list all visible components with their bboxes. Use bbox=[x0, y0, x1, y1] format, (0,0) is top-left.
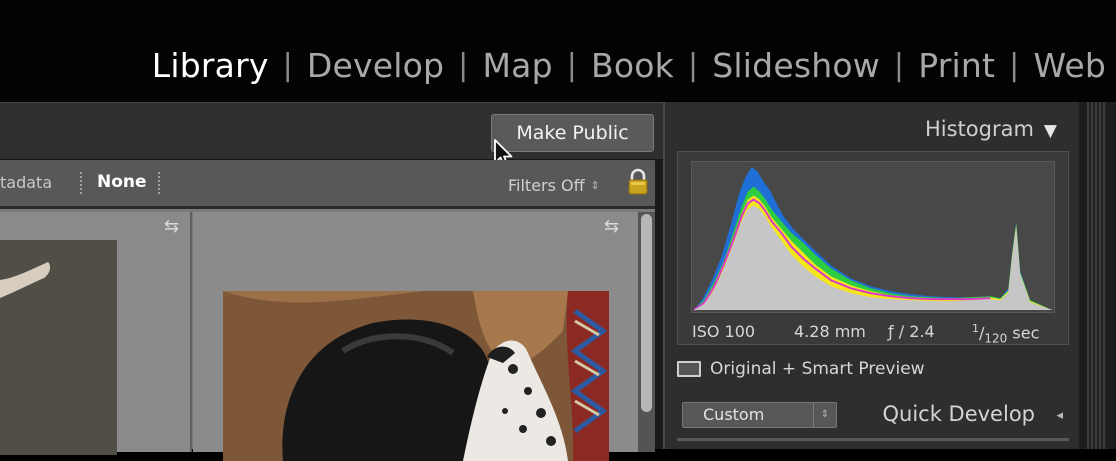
filter-metadata-tab[interactable]: tadata bbox=[0, 173, 52, 192]
histogram-header[interactable]: Histogram ▼ bbox=[925, 117, 1057, 141]
lock-icon[interactable] bbox=[627, 168, 649, 196]
collection-toolbar: Make Public bbox=[0, 102, 663, 168]
quick-develop-title[interactable]: Quick Develop bbox=[882, 402, 1035, 426]
module-separator: | bbox=[687, 48, 699, 83]
photo-thumbnail[interactable] bbox=[0, 240, 117, 455]
photo-grid: ⇆ ⇆ bbox=[0, 209, 655, 461]
right-panel: Histogram ▼ ISO 100 4.28 mm ƒ / 2.4 1/120… bbox=[663, 102, 1116, 449]
filter-divider bbox=[158, 172, 162, 194]
histogram-panel: ISO 100 4.28 mm ƒ / 2.4 1/120 sec bbox=[677, 151, 1069, 346]
saved-preset-select[interactable]: Custom ⇕ bbox=[682, 402, 837, 428]
make-public-button[interactable]: Make Public bbox=[491, 114, 654, 152]
module-picker: Library | Develop | Map | Book | Slidesh… bbox=[152, 46, 1106, 85]
filter-preset-select[interactable]: Filters Off ⇕ bbox=[508, 176, 600, 195]
module-book[interactable]: Book bbox=[591, 46, 674, 85]
shutter-unit: sec bbox=[1012, 323, 1040, 343]
select-arrows-icon: ⇕ bbox=[813, 403, 836, 427]
grid-scrollbar-thumb[interactable] bbox=[641, 214, 652, 412]
filter-divider bbox=[80, 172, 84, 194]
module-separator: | bbox=[282, 48, 293, 83]
library-content-area: Make Public tadata None Filters Off ⇕ ⇆ bbox=[0, 102, 663, 461]
module-web[interactable]: Web bbox=[1033, 46, 1106, 85]
panel-divider bbox=[677, 438, 1069, 441]
histogram-graph[interactable] bbox=[691, 161, 1055, 313]
module-map[interactable]: Map bbox=[482, 46, 552, 85]
right-panel-content: Histogram ▼ ISO 100 4.28 mm ƒ / 2.4 1/120… bbox=[665, 102, 1077, 449]
module-picker-bar: Library | Develop | Map | Book | Slidesh… bbox=[0, 0, 1116, 102]
quick-develop-header: Custom ⇕ Quick Develop ◂ bbox=[677, 399, 1069, 435]
histogram-title: Histogram bbox=[924, 117, 1034, 141]
module-develop[interactable]: Develop bbox=[307, 46, 444, 85]
filter-preset-value: Filters Off bbox=[508, 176, 585, 195]
library-filter-bar: tadata None Filters Off ⇕ bbox=[0, 160, 655, 209]
shutter-numerator: 1 bbox=[972, 322, 979, 335]
module-print[interactable]: Print bbox=[918, 46, 995, 85]
exif-iso: ISO 100 bbox=[692, 322, 756, 341]
right-panel-scrollbar[interactable] bbox=[1079, 102, 1116, 449]
saved-preset-value: Custom bbox=[703, 405, 765, 424]
module-separator: | bbox=[893, 48, 905, 83]
shutter-denominator: 120 bbox=[984, 331, 1008, 346]
collapse-triangle-icon: ▼ bbox=[1043, 121, 1057, 141]
scrollbar-grip[interactable] bbox=[1087, 102, 1107, 449]
grid-cell[interactable]: ⇆ bbox=[0, 212, 192, 455]
select-arrows-icon: ⇕ bbox=[590, 179, 600, 192]
photo-thumbnail-dogs[interactable] bbox=[223, 291, 609, 461]
filter-none-tab[interactable]: None bbox=[97, 172, 147, 192]
pin-icon[interactable]: ⇆ bbox=[164, 216, 179, 237]
panel-collapse-icon[interactable]: ◂ bbox=[1056, 408, 1063, 423]
module-separator: | bbox=[566, 48, 578, 83]
module-slideshow[interactable]: Slideshow bbox=[712, 46, 880, 85]
module-separator: | bbox=[1009, 48, 1020, 83]
exif-focal-length: 4.28 mm bbox=[794, 322, 866, 341]
smart-preview-status[interactable]: Original + Smart Preview bbox=[677, 359, 925, 379]
pin-icon[interactable]: ⇆ bbox=[604, 216, 619, 237]
smart-preview-label: Original + Smart Preview bbox=[710, 359, 925, 379]
module-separator: | bbox=[458, 48, 469, 83]
exif-aperture: ƒ / 2.4 bbox=[888, 322, 935, 341]
preview-badge-icon bbox=[677, 361, 701, 377]
exif-shutter-speed: 1/120 sec bbox=[972, 322, 1039, 346]
module-library[interactable]: Library bbox=[152, 46, 269, 85]
